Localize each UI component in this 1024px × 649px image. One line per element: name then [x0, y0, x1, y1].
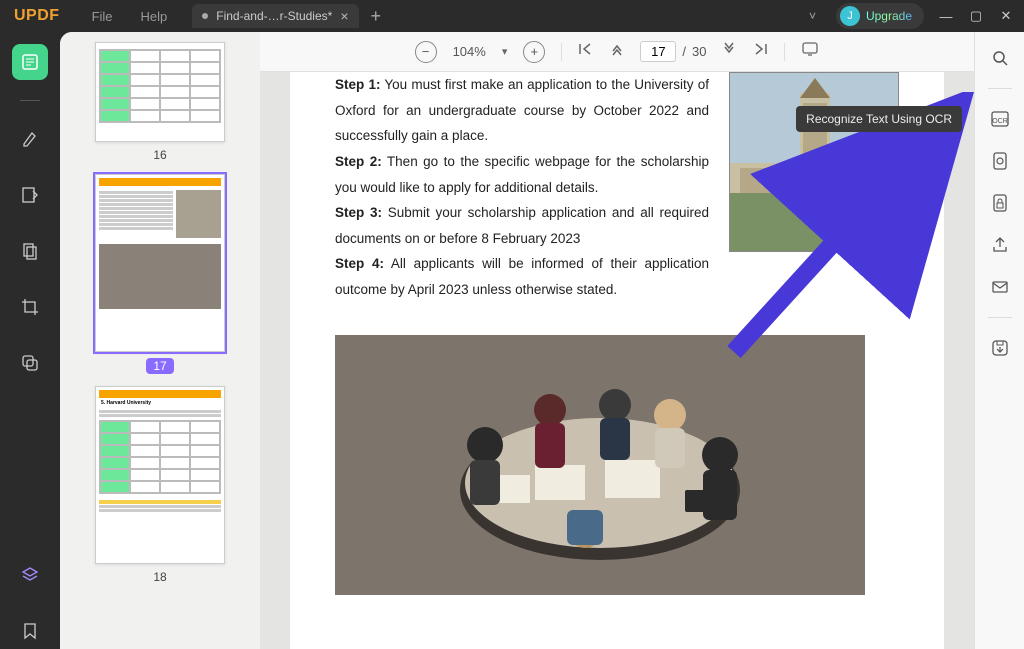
document-image-university — [729, 72, 899, 252]
svg-text:OCR: OCR — [992, 118, 1008, 125]
next-page-button[interactable] — [722, 42, 736, 61]
zoom-level: 104% — [453, 44, 486, 59]
app-logo: UPDF — [0, 7, 74, 25]
first-page-button[interactable] — [578, 42, 594, 61]
thumbnail-label-17: 17 — [146, 358, 173, 374]
email-button[interactable] — [988, 275, 1012, 299]
current-page-input[interactable] — [640, 41, 676, 62]
tab-close-icon[interactable]: × — [340, 8, 348, 24]
zoom-in-button[interactable]: + — [523, 41, 545, 63]
ocr-tooltip: Recognize Text Using OCR — [796, 106, 962, 132]
close-window-button[interactable]: ✕ — [998, 8, 1014, 24]
page-indicator: / 30 — [640, 41, 706, 62]
document-page[interactable]: Step 1: You must first make an applicati… — [290, 72, 944, 649]
tabs-dropdown-icon[interactable]: ˅ — [803, 9, 822, 23]
menubar: File Help — [74, 9, 168, 24]
new-tab-button[interactable]: + — [371, 6, 382, 27]
right-toolbar: OCR — [974, 32, 1024, 649]
menu-help[interactable]: Help — [141, 9, 168, 24]
page-organize-button[interactable] — [12, 233, 48, 269]
thumbnail-page-18[interactable]: 5. Harvard University — [95, 386, 225, 564]
tab-modified-dot-icon — [202, 13, 208, 19]
thumbnail-page-17[interactable] — [95, 174, 225, 352]
minimize-button[interactable]: — — [938, 9, 954, 24]
zoom-out-button[interactable]: − — [415, 41, 437, 63]
thumbnail-page-16[interactable] — [95, 42, 225, 142]
upgrade-button[interactable]: J Upgrade — [836, 3, 924, 29]
maximize-button[interactable]: ▢ — [968, 8, 984, 24]
last-page-button[interactable] — [752, 42, 768, 61]
user-avatar: J — [840, 6, 860, 26]
thumbnail-panel[interactable]: 16 17 5. Harvard Univer — [60, 32, 260, 649]
crop-tool-button[interactable] — [12, 289, 48, 325]
thumbnail-label-18: 18 — [153, 570, 166, 584]
presentation-button[interactable] — [801, 41, 819, 62]
layers-button[interactable] — [12, 557, 48, 593]
highlight-tool-button[interactable] — [12, 121, 48, 157]
search-button[interactable] — [988, 46, 1012, 70]
edit-text-tool-button[interactable] — [12, 177, 48, 213]
titlebar: UPDF File Help Find-and-…r-Studies* × + … — [0, 0, 1024, 32]
doc-toolbar: − 104% ▾ + / 30 — [260, 32, 974, 72]
document-text: Step 1: You must first make an applicati… — [335, 72, 709, 303]
share-button[interactable] — [988, 233, 1012, 257]
tab-title: Find-and-…r-Studies* — [216, 9, 332, 23]
protect-button[interactable] — [988, 191, 1012, 215]
document-tab[interactable]: Find-and-…r-Studies* × — [192, 4, 358, 28]
redact-button[interactable] — [988, 149, 1012, 173]
prev-page-button[interactable] — [610, 42, 624, 61]
upgrade-label: Upgrade — [866, 9, 912, 23]
menu-file[interactable]: File — [92, 9, 113, 24]
ocr-button[interactable]: OCR — [988, 107, 1012, 131]
total-pages: 30 — [692, 44, 706, 59]
bookmark-button[interactable] — [12, 613, 48, 649]
zoom-dropdown-icon[interactable]: ▾ — [502, 45, 508, 58]
document-image-students — [335, 335, 865, 595]
save-button[interactable] — [988, 336, 1012, 360]
tab-strip: Find-and-…r-Studies* × + — [192, 4, 381, 28]
reader-mode-button[interactable] — [12, 44, 48, 80]
tools-button[interactable] — [12, 345, 48, 381]
thumbnail-label-16: 16 — [153, 148, 166, 162]
left-toolbar — [0, 32, 60, 649]
